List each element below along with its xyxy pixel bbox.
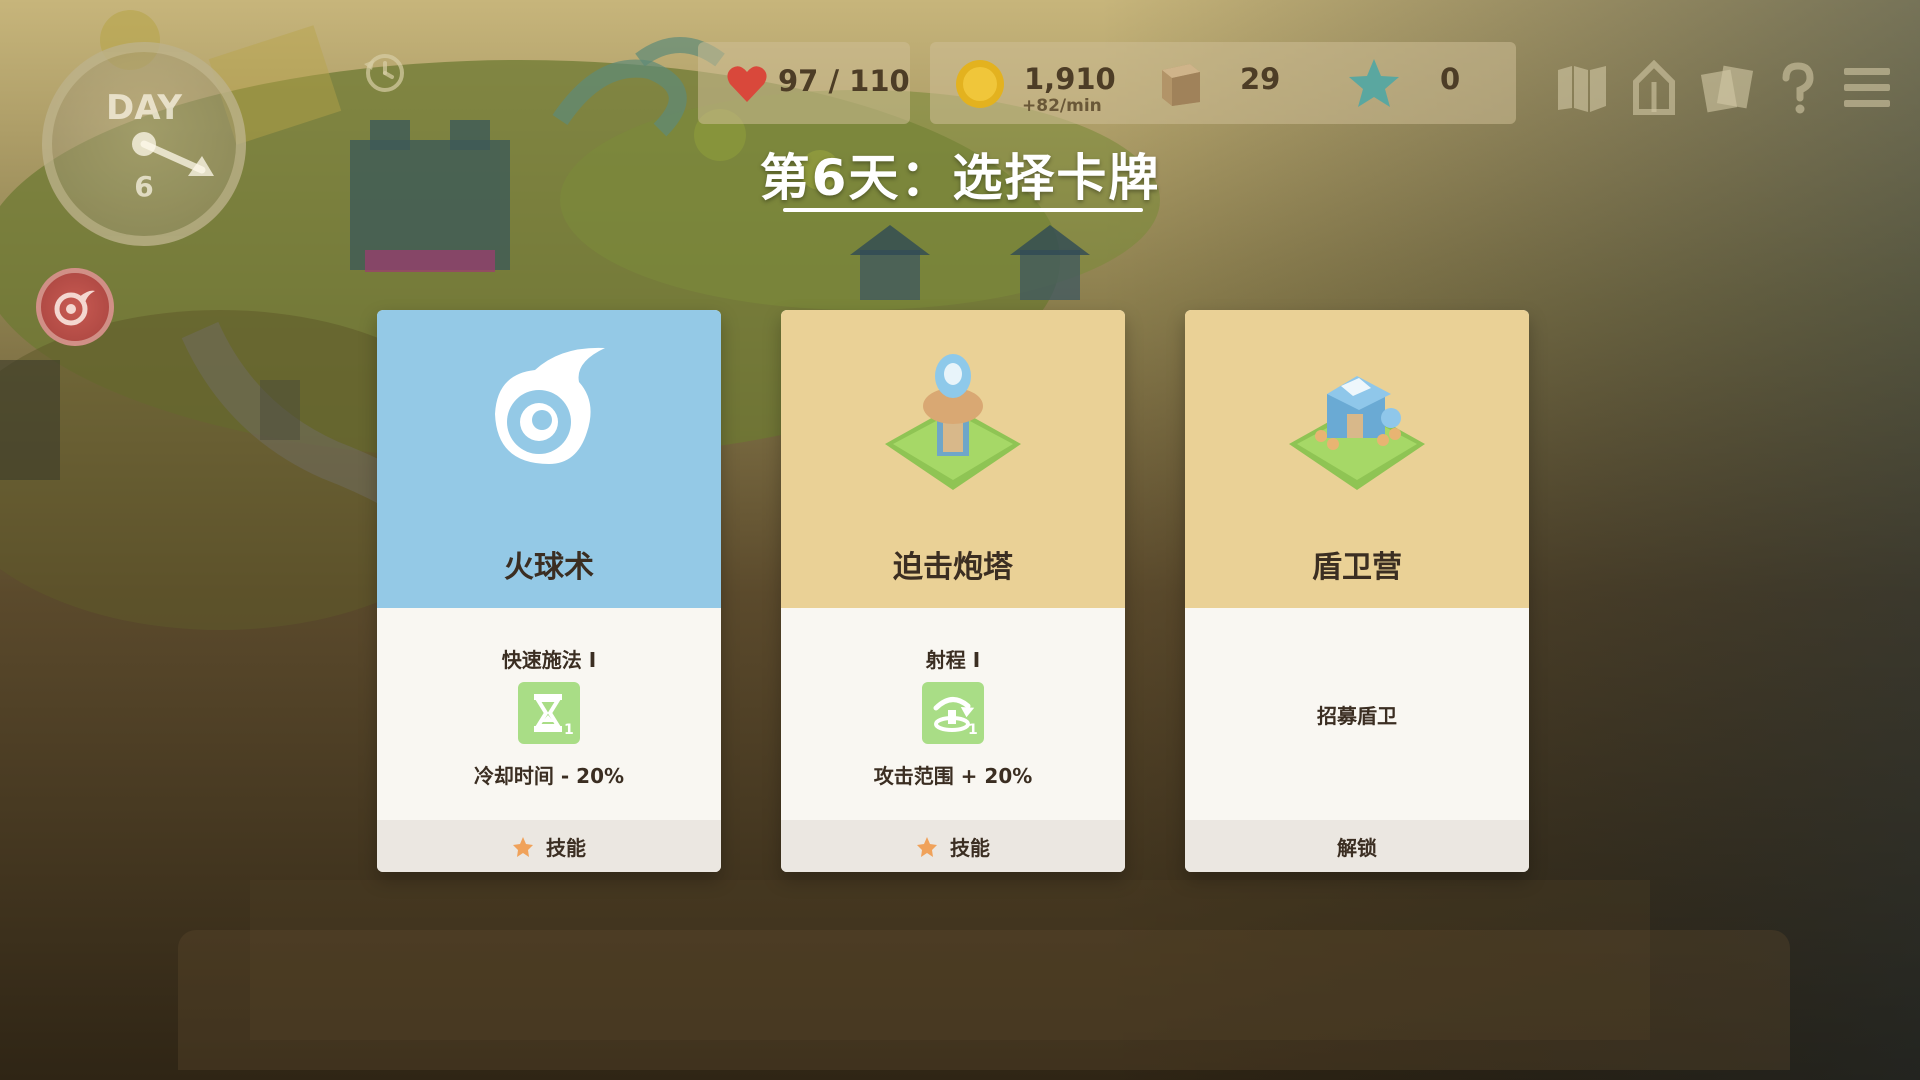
help-icon[interactable]	[1770, 60, 1826, 116]
map-icon[interactable]	[1554, 60, 1610, 116]
card-type-label: 技能	[546, 836, 586, 860]
card-mortar-tower[interactable]: 迫击炮塔 射程 I 1 攻击范围 + 20% 技能	[781, 310, 1125, 872]
history-clock-icon[interactable]	[362, 50, 408, 96]
card-footer: 技能	[377, 820, 721, 872]
card-fireball[interactable]: 火球术 快速施法 I 1 冷却时间 - 20% 技能	[377, 310, 721, 872]
perk-title: 射程 I	[925, 648, 981, 672]
perk-level: 1	[564, 722, 574, 738]
perk-effect: 攻击范围 + 20%	[873, 764, 1033, 788]
star-icon	[1349, 59, 1399, 107]
economy-panel: 1,910 +82/min 29 0	[930, 42, 1516, 124]
mortar-tower-icon	[885, 354, 1021, 490]
perk-level: 1	[968, 722, 978, 738]
range-arrow-icon: 1	[922, 682, 984, 744]
card-type-label: 技能	[950, 836, 990, 860]
gold-coin-icon	[956, 60, 1004, 108]
skill-star-icon	[513, 837, 533, 857]
fireball-spell-icon	[495, 347, 605, 464]
cards-icon[interactable]	[1698, 60, 1754, 116]
card-title: 火球术	[504, 550, 594, 585]
card-description: 招募盾卫	[1317, 704, 1397, 728]
card-header: 盾卫营	[1185, 310, 1529, 608]
menu-icon[interactable]	[1840, 60, 1896, 116]
perk-effect: 冷却时间 - 20%	[473, 764, 625, 788]
wood-crate-icon	[1162, 64, 1200, 106]
card-type-label: 解锁	[1337, 836, 1377, 860]
card-body: 射程 I 1 攻击范围 + 20%	[781, 608, 1125, 820]
card-body: 快速施法 I 1 冷却时间 - 20%	[377, 608, 721, 820]
card-header: 火球术	[377, 310, 721, 608]
card-footer: 技能	[781, 820, 1125, 872]
card-title: 盾卫营	[1312, 550, 1402, 585]
health-panel: 97 / 110	[698, 42, 910, 124]
card-header: 迫击炮塔	[781, 310, 1125, 608]
card-title: 迫击炮塔	[893, 550, 1013, 585]
card-footer: 解锁	[1185, 820, 1529, 872]
star-value: 0	[1440, 62, 1461, 96]
bottom-tray	[178, 930, 1790, 1070]
shield-barracks-icon	[1289, 376, 1425, 490]
perk-title: 快速施法 I	[501, 648, 597, 672]
wood-value: 29	[1240, 62, 1281, 96]
card-body: 招募盾卫	[1185, 608, 1529, 820]
skill-star-icon	[917, 837, 937, 857]
health-value: 97 / 110	[778, 64, 910, 98]
hourglass-icon: 1	[518, 682, 580, 744]
heart-icon	[727, 66, 767, 102]
gold-value: 1,910	[1024, 62, 1116, 96]
gold-rate: +82/min	[1022, 96, 1102, 116]
castle-icon[interactable]	[1626, 60, 1682, 116]
fireball-icon	[54, 290, 95, 326]
title-underline	[783, 208, 1143, 212]
page-title: 第6天：选择卡牌	[759, 149, 1161, 207]
card-shield-barracks[interactable]: 盾卫营 招募盾卫 解锁	[1185, 310, 1529, 872]
fireball-ability-button[interactable]	[36, 268, 114, 346]
